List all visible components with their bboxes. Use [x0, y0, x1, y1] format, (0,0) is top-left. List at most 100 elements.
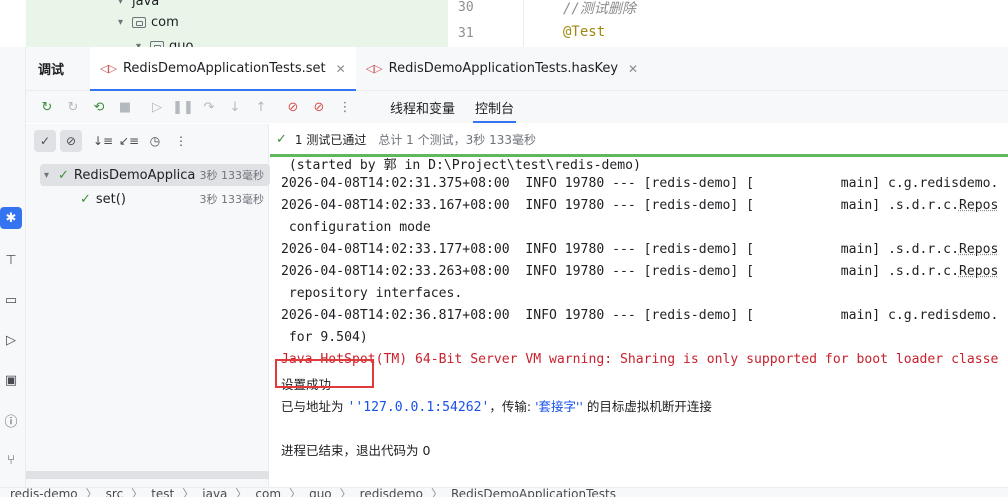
test-tree-toolbar: ✓ ⊘ ↓≡ ↙≡ ◷ ⋮: [26, 124, 268, 157]
disconnect-address: ''127.0.0.1:54262': [347, 400, 490, 415]
left-tool-strip: ✱ ⊤ ▭ ▷ ▣ ⓘ ⑂: [0, 47, 26, 487]
breadcrumb-item[interactable]: com: [255, 488, 281, 497]
console-link[interactable]: Repos: [959, 242, 998, 257]
bottom-breadcrumb-bar: redis-demo 〉 src 〉 test 〉 java 〉 com 〉 guo 〉 redisde…: [0, 487, 1008, 497]
stop-icon[interactable]: ■: [114, 96, 136, 118]
console-line: for 9.504): [281, 330, 368, 345]
disconnect-suffix: 的目标虚拟机断开连接: [582, 399, 712, 414]
code-comment: //测试删除: [563, 1, 636, 17]
hammer-icon[interactable]: ⊤: [0, 249, 22, 271]
terminal-icon[interactable]: ▭: [0, 289, 22, 311]
package-icon: [132, 16, 146, 28]
breadcrumb-item[interactable]: RedisDemoApplicationTests: [451, 488, 616, 497]
console-line-text: 2026-04-08T14:02:33.263+08:00 INFO 19780…: [281, 264, 959, 279]
more-icon[interactable]: ⋮: [334, 96, 356, 118]
console-exit-line: 进程已结束，退出代码为 0: [281, 440, 430, 459]
disconnect-prefix: 已与地址为: [281, 399, 348, 414]
debug-toolbar: ↻ ↻ ⟲ ■ ▷ ❚❚ ↷ ↓ ↑ ⊘ ⊘ ⋮ 线程和变量 控制台: [26, 91, 1008, 123]
debug-panel-title: 调试: [38, 63, 65, 78]
git-icon[interactable]: ⑂: [0, 449, 22, 471]
breadcrumb-separator: 〉: [339, 487, 352, 497]
test-row-set[interactable]: ✓ set() 3秒 133毫秒: [40, 188, 270, 210]
test-duration: 3秒 133毫秒: [199, 193, 265, 206]
problems-icon[interactable]: ⓘ: [0, 409, 22, 431]
close-icon[interactable]: ✕: [336, 62, 346, 76]
breadcrumb-item[interactable]: redis-demo: [10, 488, 78, 497]
breadcrumb-item[interactable]: src: [106, 488, 124, 497]
close-icon[interactable]: ✕: [628, 62, 638, 76]
passed-count: 1 测试已通过: [294, 132, 367, 147]
console-warning-line: Java HotSpot(TM) 64-Bit Server VM warnin…: [281, 352, 999, 367]
annotation-highlight-box: [275, 359, 374, 388]
run-services-icon[interactable]: ▷: [0, 329, 22, 351]
toggle-auto-test-icon[interactable]: ⟲: [88, 96, 110, 118]
console-line: 2026-04-08T14:02:36.817+08:00 INFO 19780…: [281, 308, 999, 323]
debug-panel-header: 调试 ◁▷ RedisDemoApplicationTests.set ✕ ◁▷…: [26, 46, 1008, 91]
breadcrumb-separator: 〉: [182, 487, 195, 497]
console-line-text: 2026-04-08T14:02:33.167+08:00 INFO 19780…: [281, 198, 959, 213]
console-link[interactable]: Repos: [959, 198, 998, 213]
step-out-icon[interactable]: ↑: [250, 96, 272, 118]
line-number: 30: [458, 0, 474, 15]
check-icon: ✓: [276, 131, 287, 147]
tab-console[interactable]: 控制台: [465, 91, 524, 123]
console-pane[interactable]: ✓ 1 测试已通过 总计 1 个测试，3秒 133毫秒 (started by …: [270, 124, 1008, 487]
breadcrumb-separator: 〉: [235, 487, 248, 497]
line-number: 31: [458, 26, 474, 41]
breadcrumb: redis-demo 〉 src 〉 test 〉 java 〉 com 〉 guo 〉 redisde…: [10, 487, 616, 497]
tree-row-com[interactable]: ▾ com: [118, 12, 179, 32]
clock-icon[interactable]: ◷: [144, 130, 166, 152]
status-summary: 总计 1 个测试，3秒 133毫秒: [378, 132, 536, 147]
rerun-failed-icon[interactable]: ↻: [62, 96, 84, 118]
tree-row-label: java: [132, 0, 160, 9]
step-over-icon[interactable]: ↷: [198, 96, 220, 118]
sort-alpha-icon[interactable]: ↓≡: [92, 130, 114, 152]
exit-text: 进程已结束，退出代码为 0: [281, 443, 431, 458]
check-icon: ✓: [80, 191, 91, 207]
test-row-root[interactable]: ▾ ✓ RedisDemoApplica 3秒 133毫秒: [40, 164, 270, 186]
console-disconnect-line: 已与地址为 ''127.0.0.1:54262'，传输: '套接字'' 的目标虚…: [281, 396, 712, 415]
console-line: 2026-04-08T14:02:33.167+08:00 INFO 19780…: [281, 198, 998, 213]
more-icon[interactable]: ⋮: [170, 130, 192, 152]
console-icon[interactable]: ▣: [0, 369, 22, 391]
sort-duration-icon[interactable]: ↙≡: [118, 130, 140, 152]
breadcrumb-item[interactable]: guo: [309, 488, 332, 497]
mute-breakpoints-icon[interactable]: ⊘: [308, 96, 330, 118]
code-editor[interactable]: //测试删除 @Test: [525, 0, 1008, 47]
editor-gutter: 30 31: [448, 0, 524, 47]
show-ignored-icon[interactable]: ⊘: [60, 129, 82, 152]
tab-threads-variables[interactable]: 线程和变量: [380, 91, 465, 123]
tree-row-guo[interactable]: ▾ guo: [136, 36, 193, 47]
console-link[interactable]: Repos: [959, 264, 998, 279]
breadcrumb-separator: 〉: [131, 487, 144, 497]
disconnect-transport: '套接字'': [535, 399, 583, 414]
step-into-icon[interactable]: ↓: [224, 96, 246, 118]
console-line-text: 2026-04-08T14:02:33.177+08:00 INFO 19780…: [281, 242, 959, 257]
tree-row-java[interactable]: ▾ java: [118, 0, 159, 11]
tab-run-haskey[interactable]: ◁▷ RedisDemoApplicationTests.hasKey ✕: [356, 47, 648, 91]
top-strip: ▾ java ▾ com ▾ guo 30 31 //测试删除 @Test: [0, 0, 1008, 47]
tab-label: RedisDemoApplicationTests.set: [122, 61, 326, 76]
view-breakpoints-icon[interactable]: ⊘: [282, 96, 304, 118]
breadcrumb-item[interactable]: redisdemo: [360, 488, 423, 497]
breadcrumb-item[interactable]: test: [151, 488, 174, 497]
project-tree: ▾ java ▾ com ▾ guo: [26, 0, 448, 47]
rerun-icon[interactable]: ↻: [36, 96, 58, 118]
tab-run-set[interactable]: ◁▷ RedisDemoApplicationTests.set ✕: [90, 46, 356, 91]
pause-icon[interactable]: ❚❚: [172, 96, 194, 118]
debug-tool-icon[interactable]: ✱: [0, 207, 22, 229]
console-line: repository interfaces.: [281, 286, 463, 301]
test-row-label: set(): [95, 191, 126, 207]
console-line: 2026-04-08T14:02:31.375+08:00 INFO 19780…: [281, 176, 999, 191]
resume-icon[interactable]: ▷: [146, 96, 168, 118]
tab-label: RedisDemoApplicationTests.hasKey: [388, 61, 619, 76]
breadcrumb-item[interactable]: java: [202, 488, 227, 497]
test-status-bar: ✓ 1 测试已通过 总计 1 个测试，3秒 133毫秒: [270, 124, 1008, 157]
show-passed-icon[interactable]: ✓: [34, 129, 56, 152]
console-line: configuration mode: [281, 220, 431, 235]
breadcrumb-separator: 〉: [289, 487, 302, 497]
horizontal-scrollbar[interactable]: [26, 471, 269, 479]
console-line: (started by 郭 in D:\Project\test\redis-d…: [281, 158, 641, 173]
test-duration: 3秒 133毫秒: [199, 169, 265, 182]
test-results-tree: ✓ ⊘ ↓≡ ↙≡ ◷ ⋮ ▾ ✓ RedisDemoApplica 3秒 13…: [26, 124, 270, 487]
